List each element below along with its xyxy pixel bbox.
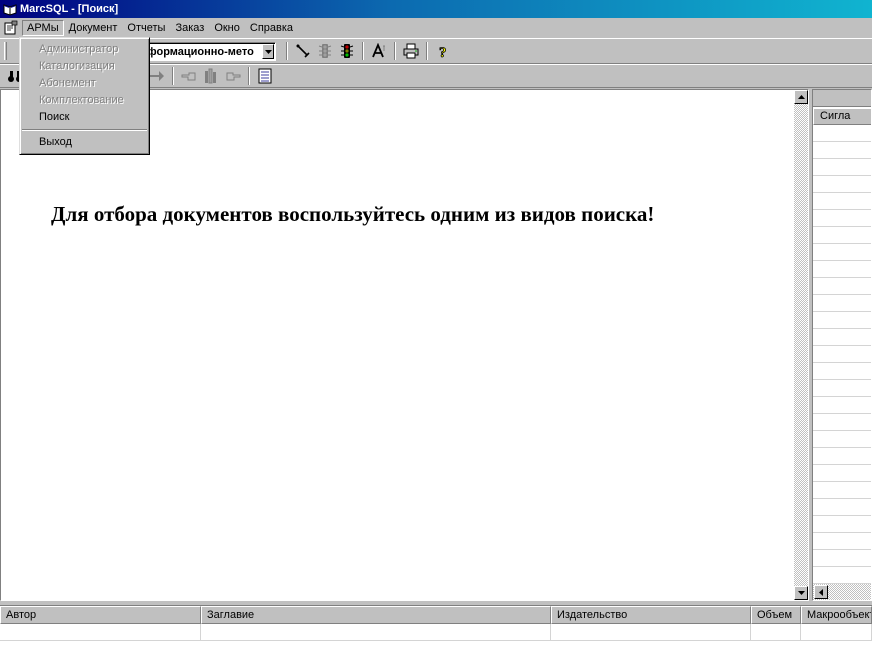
menu-arms[interactable]: АРМы <box>22 20 64 36</box>
table-cell <box>551 624 751 641</box>
window-title: MarcSQL - [Поиск] <box>20 3 119 15</box>
column-title[interactable]: Заглавие <box>201 606 551 624</box>
app-book-icon[interactable] <box>3 2 17 16</box>
menu-document[interactable]: Документ <box>64 20 123 36</box>
triangle-up-icon <box>797 95 805 99</box>
traffic-light-gray-icon[interactable] <box>314 41 336 61</box>
mdi-document-icon[interactable] <box>2 19 20 37</box>
menu-bar: АРМы Документ Отчеты Заказ Окно Справка <box>0 18 872 38</box>
database-combo-value: формационно-мето <box>147 45 254 58</box>
grid-icon[interactable] <box>254 66 276 86</box>
column-publisher[interactable]: Издательство <box>551 606 751 624</box>
document-area[interactable]: Для отбора документов воспользуйтесь одн… <box>0 89 809 601</box>
combo-dropdown-button[interactable] <box>262 44 274 59</box>
toolbar-separator <box>286 42 288 60</box>
sigla-panel[interactable]: Сигла <box>812 89 872 601</box>
menu-window[interactable]: Окно <box>209 20 245 36</box>
sigla-list[interactable] <box>813 125 871 584</box>
hand-point-left-icon[interactable] <box>178 66 200 86</box>
menu-item-administrator: Администратор <box>39 43 119 55</box>
triangle-down-icon <box>797 591 805 595</box>
menu-item-search[interactable]: Поиск <box>20 109 149 126</box>
chevron-down-icon <box>264 49 272 54</box>
print-icon[interactable] <box>400 41 422 61</box>
results-table-header: Автор Заглавие Издательство Объем Макроо… <box>0 606 872 624</box>
triangle-left-icon <box>819 588 823 596</box>
scroll-left-button[interactable] <box>814 585 828 599</box>
books-icon[interactable] <box>200 66 222 86</box>
menu-separator <box>22 129 147 131</box>
table-cell <box>0 624 201 641</box>
sigla-horizontal-scrollbar[interactable] <box>813 584 871 600</box>
column-volume[interactable]: Объем <box>751 606 801 624</box>
column-author[interactable]: Автор <box>0 606 201 624</box>
help-icon[interactable]: ? <box>432 41 454 61</box>
menu-item-circulation: Абонемент <box>39 77 96 89</box>
sigla-column-header[interactable]: Сигла <box>813 108 871 125</box>
menu-help[interactable]: Справка <box>245 20 298 36</box>
pointer-icon[interactable] <box>292 41 314 61</box>
menu-reports[interactable]: Отчеты <box>122 20 170 36</box>
menu-order[interactable]: Заказ <box>170 20 209 36</box>
toolbar-grip[interactable] <box>4 42 7 60</box>
toolbar-separator <box>426 42 428 60</box>
results-table[interactable]: Автор Заглавие Издательство Объем Макроо… <box>0 605 872 645</box>
svg-text:?: ? <box>439 45 447 59</box>
document-vertical-scrollbar[interactable] <box>794 90 808 600</box>
sigla-panel-top-bar <box>813 90 871 107</box>
toolbar-separator <box>362 42 364 60</box>
scroll-down-button[interactable] <box>794 586 808 600</box>
menu-item-acquisition: Комплектование <box>39 94 124 106</box>
arms-dropdown-menu: Администратор Каталогизация Абонемент Ко… <box>19 37 150 155</box>
database-combo[interactable]: формационно-мето <box>140 42 276 61</box>
hand-point-right-icon[interactable] <box>222 66 244 86</box>
toolbar-separator <box>248 67 250 85</box>
traffic-light-green-icon[interactable] <box>336 41 358 61</box>
toolbar-separator <box>394 42 396 60</box>
column-macroobject[interactable]: Макрообъект <box>801 606 872 624</box>
menu-item-exit[interactable]: Выход <box>20 134 149 151</box>
scroll-up-button[interactable] <box>794 90 808 104</box>
table-cell <box>201 624 551 641</box>
search-hint-message: Для отбора документов воспользуйтесь одн… <box>51 202 655 226</box>
title-bar[interactable]: MarcSQL - [Поиск] <box>0 0 872 18</box>
table-row[interactable] <box>0 624 872 641</box>
toolbar-separator <box>172 67 174 85</box>
table-cell <box>801 624 872 641</box>
font-icon[interactable] <box>368 41 390 61</box>
table-cell <box>751 624 801 641</box>
menu-item-cataloging: Каталогизация <box>39 60 115 72</box>
